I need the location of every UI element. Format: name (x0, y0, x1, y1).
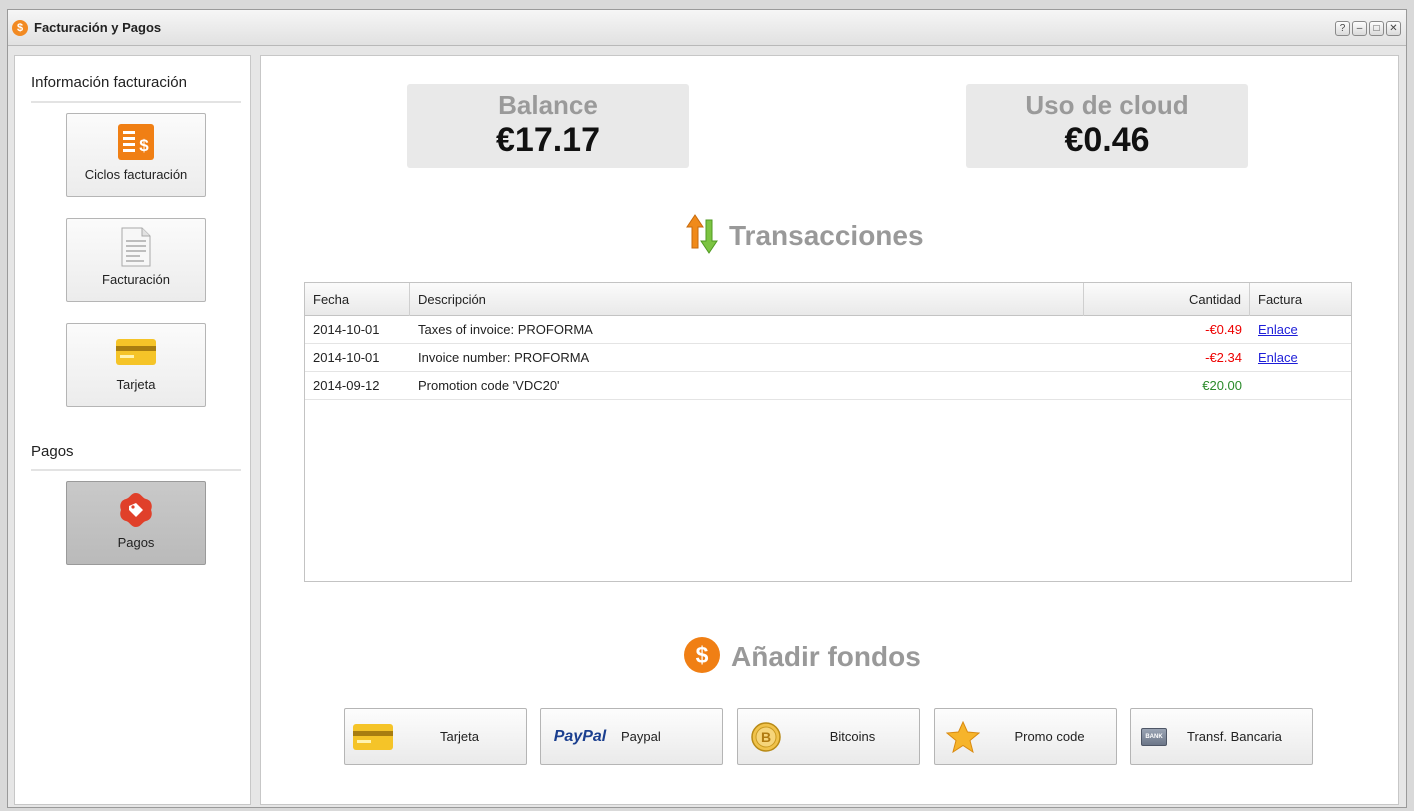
window-title: Facturación y Pagos (34, 20, 162, 35)
transactions-heading: Transacciones (685, 214, 924, 257)
button-label: Bitcoins (829, 729, 876, 744)
cell-description: Taxes of invoice: PROFORMA (418, 322, 593, 337)
sidebar-item-invoicing[interactable]: Facturación (66, 218, 206, 302)
cell-amount: -€2.34 (1205, 350, 1242, 365)
column-header-amount[interactable]: Cantidad (1084, 283, 1250, 316)
button-label: Tarjeta (439, 729, 480, 744)
svg-text:$: $ (139, 136, 149, 155)
help-button[interactable]: ? (1335, 21, 1350, 36)
section-title-payments: Pagos (31, 443, 74, 460)
invoice-document-icon (120, 227, 152, 267)
payments-tag-icon (117, 490, 155, 530)
cell-description: Invoice number: PROFORMA (418, 350, 590, 365)
cell-date: 2014-09-12 (313, 378, 380, 393)
balance-value: €17.17 (496, 121, 600, 159)
add-funds-bank-transfer-button[interactable]: BANK Transf. Bancaria (1130, 708, 1313, 765)
table-row[interactable]: 2014-09-12 Promotion code 'VDC20' €20.00 (305, 372, 1351, 400)
credit-card-icon (116, 332, 156, 372)
cell-date: 2014-10-01 (313, 322, 380, 337)
svg-text:B: B (761, 729, 771, 745)
paypal-logo: PayPal (553, 727, 607, 745)
balance-label: Balance (498, 90, 598, 120)
sidebar-item-label: Facturación (102, 272, 170, 287)
cell-description: Promotion code 'VDC20' (418, 378, 560, 393)
transactions-table: Fecha Descripción Cantidad Factura 2014-… (304, 282, 1352, 582)
window-controls: ? – □ ✕ (1335, 21, 1401, 36)
table-header: Fecha Descripción Cantidad Factura (305, 283, 1351, 316)
cell-invoice (1250, 372, 1351, 399)
billing-cycles-icon: $ (118, 122, 154, 162)
billing-window: $ Facturación y Pagos ? – □ ✕ Informació… (7, 9, 1407, 808)
section-divider (31, 101, 241, 103)
bank-icon: BANK (1131, 727, 1177, 746)
transactions-arrows-icon (685, 214, 719, 257)
maximize-button[interactable]: □ (1369, 21, 1384, 36)
cell-amount: -€0.49 (1205, 322, 1242, 337)
button-label: Transf. Bancaria (1187, 729, 1282, 744)
dollar-app-icon: $ (12, 19, 28, 36)
button-label: Promo code (1014, 729, 1085, 744)
sidebar-item-label: Ciclos facturación (84, 167, 188, 182)
title-bar[interactable]: $ Facturación y Pagos ? – □ ✕ (8, 10, 1406, 46)
cell-amount: €20.00 (1202, 378, 1242, 393)
add-funds-card-button[interactable]: Tarjeta (344, 708, 527, 765)
cell-date: 2014-10-01 (313, 350, 380, 365)
main-panel: Balance €17.17 Uso de cloud €0.46 Transa… (260, 55, 1399, 805)
credit-card-icon (345, 723, 401, 750)
sidebar-item-label: Pagos (117, 535, 155, 550)
cloud-usage-card: Uso de cloud €0.46 (966, 84, 1248, 168)
section-divider (31, 469, 241, 471)
balance-card: Balance €17.17 (407, 84, 689, 168)
button-label: Paypal (621, 729, 661, 744)
close-button[interactable]: ✕ (1386, 21, 1401, 36)
sidebar-item-billing-cycles[interactable]: $ Ciclos facturación (66, 113, 206, 197)
add-funds-title: Añadir fondos (731, 640, 921, 672)
column-header-date[interactable]: Fecha (305, 283, 410, 316)
add-funds-promo-button[interactable]: Promo code (934, 708, 1117, 765)
sidebar-item-payments[interactable]: Pagos (66, 481, 206, 565)
minimize-button[interactable]: – (1352, 21, 1367, 36)
sidebar-item-card[interactable]: Tarjeta (66, 323, 206, 407)
cloud-usage-label: Uso de cloud (1025, 90, 1189, 120)
svg-text:$: $ (696, 642, 709, 668)
section-title-billing: Información facturación (31, 74, 187, 91)
invoice-link[interactable]: Enlace (1258, 322, 1298, 337)
column-header-description[interactable]: Descripción (410, 283, 1084, 316)
table-row[interactable]: 2014-10-01 Invoice number: PROFORMA -€2.… (305, 344, 1351, 372)
sidebar-item-label: Tarjeta (116, 377, 156, 392)
bitcoin-coin-icon: B (738, 721, 794, 752)
add-funds-paypal-button[interactable]: PayPal Paypal (540, 708, 723, 765)
invoice-link[interactable]: Enlace (1258, 350, 1298, 365)
add-funds-bitcoin-button[interactable]: B Bitcoins (737, 708, 920, 765)
add-funds-heading: $ Añadir fondos (683, 636, 921, 677)
transactions-title: Transacciones (729, 219, 924, 251)
dollar-circle-icon: $ (683, 636, 721, 677)
star-icon (935, 720, 991, 753)
sidebar: Información facturación $ Ciclos factura… (14, 55, 251, 805)
table-row[interactable]: 2014-10-01 Taxes of invoice: PROFORMA -€… (305, 316, 1351, 344)
cloud-usage-value: €0.46 (1064, 121, 1150, 159)
column-header-invoice[interactable]: Factura (1250, 283, 1351, 316)
